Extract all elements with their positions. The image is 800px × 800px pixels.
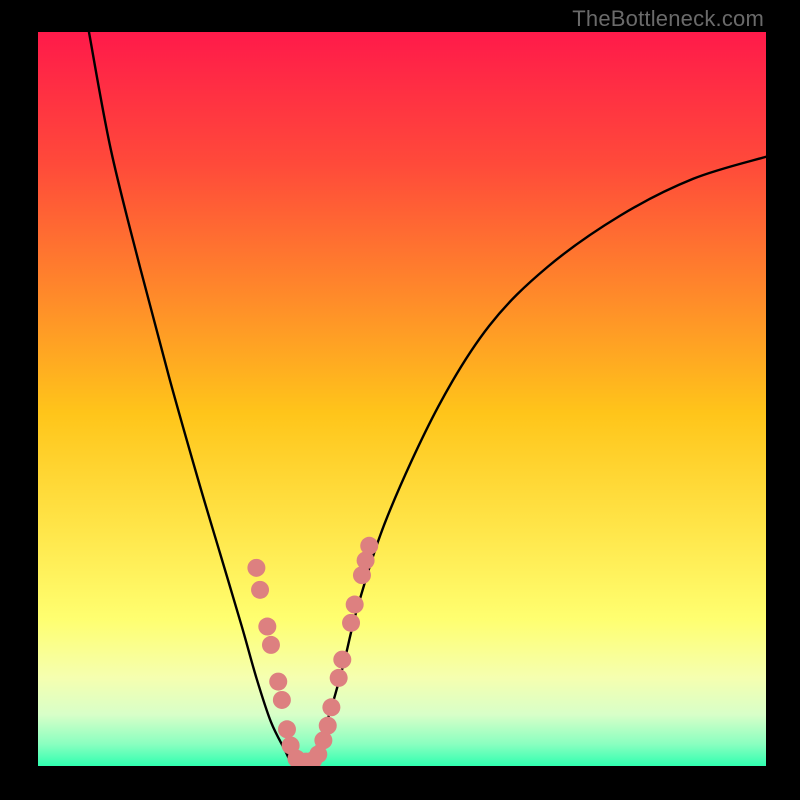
highlight-dot (258, 618, 276, 636)
highlight-dot (319, 717, 337, 735)
watermark-label: TheBottleneck.com (572, 6, 764, 32)
highlight-dot (333, 651, 351, 669)
highlight-dot (360, 537, 378, 555)
highlight-dots (247, 537, 378, 766)
highlight-dot (322, 698, 340, 716)
highlight-dot (330, 669, 348, 687)
curve-layer (38, 32, 766, 766)
highlight-dot (251, 581, 269, 599)
highlight-dot (346, 596, 364, 614)
highlight-dot (342, 614, 360, 632)
plot-area (38, 32, 766, 766)
highlight-dot (278, 720, 296, 738)
highlight-dot (262, 636, 280, 654)
chart-frame: TheBottleneck.com (0, 0, 800, 800)
bottleneck-curve-path (89, 32, 766, 766)
highlight-dot (247, 559, 265, 577)
highlight-dot (269, 673, 287, 691)
highlight-dot (273, 691, 291, 709)
